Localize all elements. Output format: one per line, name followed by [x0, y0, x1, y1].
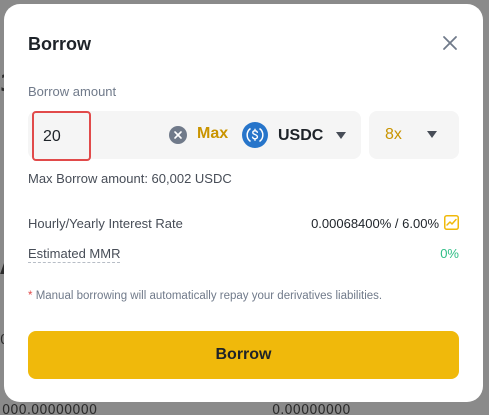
mmr-label[interactable]: Estimated MMR	[28, 246, 121, 263]
chart-icon[interactable]	[444, 215, 459, 230]
leverage-value: 8x	[385, 126, 402, 143]
borrow-amount-field: Max USDC	[28, 111, 361, 161]
max-borrow-amount: Max Borrow amount: 60,002 USDC	[28, 171, 232, 186]
borrow-amount-label: Borrow amount	[28, 84, 117, 99]
background-fragment: 000.00000000	[2, 403, 98, 415]
close-icon[interactable]	[441, 34, 459, 52]
coin-label: USDC	[278, 127, 324, 144]
usdc-icon	[242, 122, 268, 148]
repay-note: * Manual borrowing will automatically re…	[28, 290, 382, 302]
borrow-amount-input[interactable]	[32, 111, 91, 161]
mmr-row: Estimated MMR 0%	[28, 244, 459, 264]
max-button[interactable]: Max	[197, 125, 228, 143]
caret-down-icon	[336, 132, 346, 139]
mmr-value: 0%	[440, 246, 459, 261]
leverage-select[interactable]: 8x	[369, 111, 459, 159]
borrow-button[interactable]: Borrow	[28, 331, 459, 379]
interest-rate-value: 0.00068400% / 6.00%	[311, 216, 439, 231]
interest-rate-row: Hourly/Yearly Interest Rate 0.00068400% …	[28, 214, 459, 234]
background-fragment: 0.00000000	[272, 403, 351, 415]
note-asterisk: *	[28, 290, 33, 302]
caret-down-icon	[427, 131, 437, 138]
modal-title: Borrow	[28, 34, 91, 54]
coin-select[interactable]: USDC	[242, 119, 354, 151]
interest-rate-label: Hourly/Yearly Interest Rate	[28, 216, 183, 231]
clear-icon[interactable]	[169, 126, 187, 144]
note-text: Manual borrowing will automatically repa…	[35, 290, 383, 302]
borrow-modal: Borrow Borrow amount Max USDC 8x Max Bor…	[4, 4, 483, 402]
